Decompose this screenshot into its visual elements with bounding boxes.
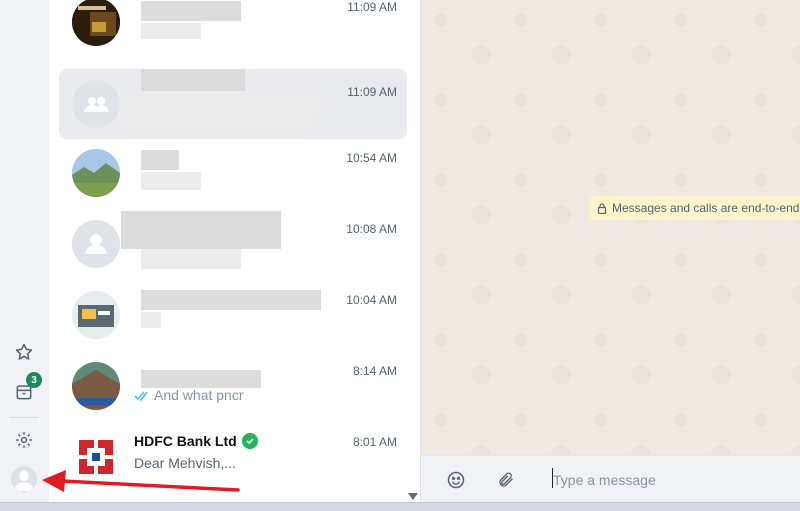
chat-time: 10:04 AM bbox=[346, 293, 397, 307]
default-avatar-icon bbox=[85, 234, 107, 254]
chat-avatar bbox=[72, 149, 120, 197]
hdfc-logo-avatar bbox=[72, 433, 120, 481]
encryption-text: Messages and calls are end-to-end encr bbox=[612, 201, 800, 215]
emoji-icon bbox=[447, 471, 465, 489]
emoji-button[interactable] bbox=[444, 468, 468, 492]
settings-button[interactable] bbox=[8, 424, 40, 456]
redacted-name bbox=[121, 211, 281, 249]
redacted-name bbox=[141, 69, 245, 91]
redacted-preview bbox=[121, 113, 311, 133]
chat-avatar bbox=[72, 0, 120, 46]
chat-time: 10:08 AM bbox=[346, 222, 397, 236]
chat-preview: And what pncr bbox=[154, 387, 244, 403]
redacted-name bbox=[141, 370, 261, 388]
redacted-preview bbox=[141, 312, 161, 328]
profile-avatar[interactable] bbox=[11, 466, 37, 492]
chat-time: 11:09 AM bbox=[347, 85, 397, 99]
chat-list: 11:09 AM 11:09 AM 10:54 AM 10:08 AM 10:0… bbox=[49, 0, 421, 510]
message-composer bbox=[421, 455, 800, 503]
hdfc-logo bbox=[72, 433, 120, 481]
group-icon bbox=[84, 97, 109, 112]
encryption-notice[interactable]: Messages and calls are end-to-end encr bbox=[589, 196, 800, 220]
left-rail: 3 bbox=[0, 0, 50, 510]
redacted-preview bbox=[141, 23, 201, 39]
default-avatar-icon bbox=[14, 471, 34, 491]
chat-avatar bbox=[72, 291, 120, 339]
lock-icon bbox=[597, 202, 607, 214]
gear-icon bbox=[16, 432, 32, 448]
chat-row[interactable]: And what pncr 8:14 AM bbox=[59, 353, 407, 423]
redacted-name bbox=[141, 150, 179, 170]
chat-preview: Dear Mehvish,... bbox=[134, 455, 236, 471]
scroll-down-icon[interactable] bbox=[408, 493, 418, 500]
chat-name-text: HDFC Bank Ltd bbox=[134, 433, 237, 449]
paperclip-icon bbox=[499, 472, 513, 487]
chat-row-selected[interactable]: 11:09 AM bbox=[59, 69, 407, 139]
chat-avatar bbox=[72, 362, 120, 410]
archived-count-badge: 3 bbox=[26, 372, 42, 388]
message-input[interactable] bbox=[551, 465, 800, 495]
starred-messages-button[interactable] bbox=[8, 336, 40, 368]
chat-row-hdfc[interactable]: HDFC Bank Ltd Dear Mehvish,... 8:01 AM bbox=[59, 424, 407, 494]
archived-chats-button[interactable]: 3 bbox=[8, 372, 42, 408]
chat-row[interactable]: 10:04 AM bbox=[59, 282, 407, 352]
chat-time: 8:01 AM bbox=[352, 435, 397, 449]
rail-divider bbox=[10, 417, 38, 418]
chat-row[interactable]: 10:54 AM bbox=[59, 140, 407, 210]
chat-time: 11:09 AM bbox=[347, 0, 397, 14]
redacted-preview bbox=[141, 172, 201, 190]
redacted-preview bbox=[121, 91, 321, 113]
chat-time: 8:14 AM bbox=[352, 364, 397, 378]
preview-line: And what pncr bbox=[134, 387, 244, 403]
chat-time: 10:54 AM bbox=[346, 151, 397, 165]
double-check-icon bbox=[134, 390, 148, 401]
group-avatar bbox=[72, 80, 120, 128]
chat-name: HDFC Bank Ltd bbox=[134, 433, 258, 449]
star-icon bbox=[15, 343, 33, 360]
redacted-preview bbox=[141, 249, 241, 269]
chat-avatar bbox=[72, 220, 120, 268]
verified-badge-icon bbox=[241, 433, 258, 449]
attach-button[interactable] bbox=[494, 468, 518, 492]
redacted-name bbox=[141, 290, 321, 310]
conversation-pane: Messages and calls are end-to-end encr bbox=[421, 0, 800, 510]
chat-row[interactable]: 11:09 AM bbox=[59, 0, 407, 59]
chat-row[interactable]: 10:08 AM bbox=[59, 211, 407, 281]
redacted-name bbox=[141, 1, 241, 21]
